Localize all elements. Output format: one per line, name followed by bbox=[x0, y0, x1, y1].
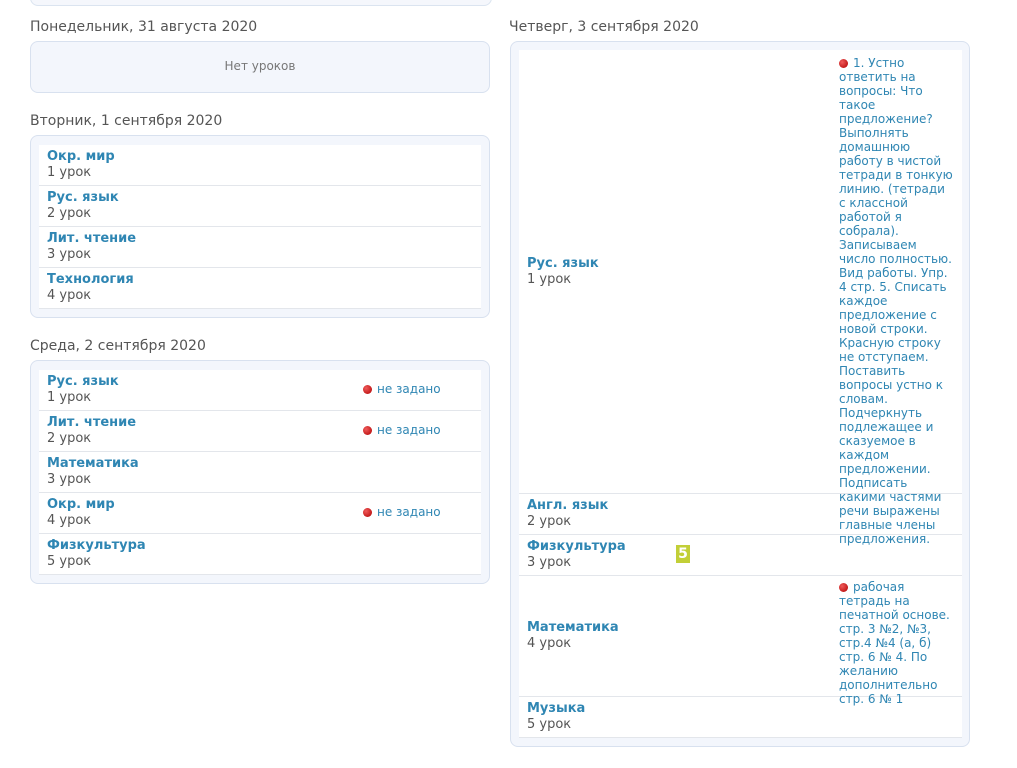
previous-day-card bbox=[30, 0, 492, 6]
red-dot-icon bbox=[839, 59, 848, 68]
red-dot-icon bbox=[363, 426, 372, 435]
lesson-row: Технология 4 урок bbox=[39, 268, 481, 309]
homework-text-content: рабочая тетрадь на печатной основе. стр.… bbox=[839, 580, 950, 706]
lesson-row: Физкультура 5 урок bbox=[39, 534, 481, 575]
homework-status-text: не задано bbox=[377, 423, 441, 437]
lesson-number: 1 урок bbox=[527, 272, 572, 287]
day-card-monday: Нет уроков bbox=[30, 41, 490, 93]
homework-status-text: не задано bbox=[377, 382, 441, 396]
lesson-number: 3 урок bbox=[47, 247, 92, 262]
lesson-subject-link[interactable]: Музыка bbox=[527, 701, 954, 717]
homework-text[interactable]: рабочая тетрадь на печатной основе. стр.… bbox=[839, 580, 955, 706]
day-title-monday: Понедельник, 31 августа 2020 bbox=[30, 19, 258, 35]
homework-text-content: 1. Устно ответить на вопросы: Что такое … bbox=[839, 56, 953, 546]
homework-text[interactable]: 1. Устно ответить на вопросы: Что такое … bbox=[839, 56, 955, 546]
lesson-number: 4 урок bbox=[47, 288, 92, 303]
day-title-thursday: Четверг, 3 сентября 2020 bbox=[509, 19, 699, 35]
lesson-subject-link[interactable]: Физкультура bbox=[527, 539, 954, 555]
lesson-subject-link[interactable]: Рус. язык bbox=[527, 256, 599, 272]
lesson-row: Математика 4 урок рабочая тетрадь на печ… bbox=[519, 576, 962, 706]
lesson-subject-link[interactable]: Рус. язык bbox=[47, 190, 473, 206]
lesson-row: Рус. язык 1 урок 1. Устно ответить на во… bbox=[519, 50, 962, 546]
lesson-row: Рус. язык 2 урок bbox=[39, 186, 481, 227]
no-lessons-text: Нет уроков bbox=[224, 59, 296, 73]
homework-status[interactable]: не задано bbox=[363, 505, 441, 519]
lesson-row: Окр. мир 4 урок не задано bbox=[39, 493, 481, 534]
lesson-row: Англ. язык 2 урок bbox=[519, 494, 962, 535]
lesson-row: Окр. мир 1 урок bbox=[39, 145, 481, 186]
red-dot-icon bbox=[363, 508, 372, 517]
lesson-subject-link[interactable]: Технология bbox=[47, 272, 473, 288]
homework-status[interactable]: не задано bbox=[363, 423, 441, 437]
red-dot-icon bbox=[839, 583, 848, 592]
lesson-row: Математика 3 урок bbox=[39, 452, 481, 493]
day-card-tuesday: Окр. мир 1 урок Рус. язык 2 урок Лит. чт… bbox=[30, 135, 490, 318]
homework-status[interactable]: не задано bbox=[363, 382, 441, 396]
lesson-number: 1 урок bbox=[47, 165, 92, 180]
lesson-number: 5 урок bbox=[527, 717, 572, 732]
lesson-row: Лит. чтение 3 урок bbox=[39, 227, 481, 268]
lesson-number: 2 урок bbox=[527, 514, 572, 529]
red-dot-icon bbox=[363, 385, 372, 394]
lesson-subject-link[interactable]: Физкультура bbox=[47, 538, 473, 554]
lesson-number: 2 урок bbox=[47, 206, 92, 221]
lesson-row: Физкультура 3 урок bbox=[519, 535, 962, 576]
lesson-row: Рус. язык 1 урок не задано bbox=[39, 370, 481, 411]
lesson-subject-link[interactable]: Англ. язык bbox=[527, 498, 954, 514]
day-card-wednesday: Рус. язык 1 урок не задано Лит. чтение 2… bbox=[30, 360, 490, 584]
day-title-tuesday: Вторник, 1 сентября 2020 bbox=[30, 113, 223, 129]
lesson-number: 5 урок bbox=[47, 554, 92, 569]
lesson-row: Лит. чтение 2 урок не задано bbox=[39, 411, 481, 452]
lesson-subject-link[interactable]: Математика bbox=[527, 620, 619, 636]
lesson-subject-link[interactable]: Окр. мир bbox=[47, 149, 473, 165]
lesson-number: 3 урок bbox=[527, 555, 572, 570]
lesson-subject-link[interactable]: Математика bbox=[47, 456, 473, 472]
day-card-thursday: Рус. язык 1 урок 1. Устно ответить на во… bbox=[510, 41, 970, 747]
day-title-wednesday: Среда, 2 сентября 2020 bbox=[30, 338, 206, 354]
lesson-subject-link[interactable]: Лит. чтение bbox=[47, 231, 473, 247]
grade-badge[interactable]: 5 bbox=[676, 545, 690, 563]
lesson-row: Музыка 5 урок bbox=[519, 697, 962, 738]
homework-status-text: не задано bbox=[377, 505, 441, 519]
lesson-number: 3 урок bbox=[47, 472, 92, 487]
lesson-number: 4 урок bbox=[527, 636, 572, 651]
